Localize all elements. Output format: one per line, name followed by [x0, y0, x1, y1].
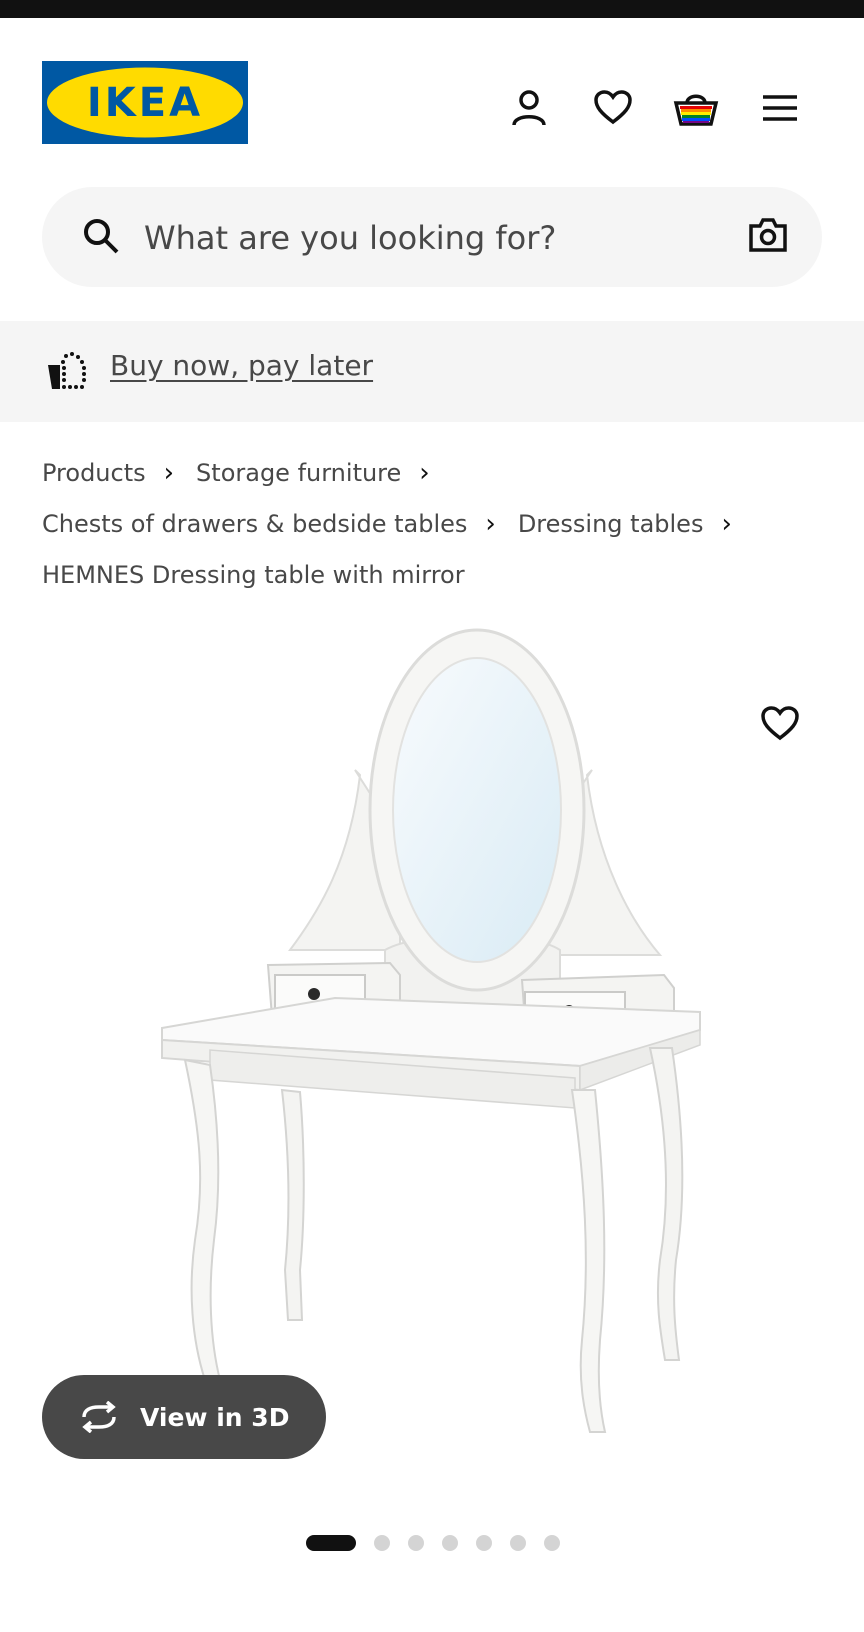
chevron-right-icon: › — [419, 458, 430, 488]
gallery-dot[interactable] — [374, 1535, 390, 1551]
ikea-logo[interactable]: IKEA — [42, 61, 248, 144]
breadcrumb-item-dressing-tables[interactable]: Dressing tables — [518, 499, 704, 550]
site-header: IKEA — [0, 18, 864, 188]
product-image — [161, 628, 701, 1433]
view-in-3d-button[interactable]: View in 3D — [42, 1375, 326, 1459]
chevron-right-icon: › — [163, 458, 175, 488]
gallery-pagination — [306, 1535, 578, 1551]
search-input[interactable] — [142, 213, 706, 263]
search-bar[interactable] — [42, 187, 822, 287]
search-icon[interactable] — [82, 217, 120, 259]
chevron-right-icon: › — [721, 509, 732, 539]
installments-icon — [46, 351, 90, 395]
status-bar — [0, 0, 864, 18]
breadcrumb: Products › Storage furniture › Chests of… — [42, 448, 842, 601]
breadcrumb-item-current-product: HEMNES Dressing table with mirror — [42, 561, 465, 589]
gallery-dot[interactable] — [544, 1535, 560, 1551]
gallery-dot[interactable] — [476, 1535, 492, 1551]
basket-icon[interactable] — [669, 81, 723, 135]
promo-banner: Buy now, pay later — [0, 321, 864, 422]
chevron-right-icon: › — [485, 509, 496, 539]
camera-icon[interactable] — [748, 215, 788, 259]
menu-icon[interactable] — [753, 81, 807, 135]
heart-icon[interactable] — [586, 81, 640, 135]
breadcrumb-item-products[interactable]: Products — [42, 448, 146, 499]
profile-icon[interactable] — [502, 81, 556, 135]
gallery-dot[interactable] — [510, 1535, 526, 1551]
breadcrumb-item-chests-of-drawers[interactable]: Chests of drawers & bedside tables — [42, 499, 467, 550]
product-image-gallery[interactable] — [0, 620, 864, 1500]
logo-wordmark: IKEA — [87, 80, 203, 126]
heart-icon — [761, 706, 799, 741]
gallery-dot[interactable] — [408, 1535, 424, 1551]
add-to-favourites-button[interactable] — [756, 700, 804, 748]
breadcrumb-item-storage-furniture[interactable]: Storage furniture — [196, 448, 401, 499]
buy-now-pay-later-link[interactable]: Buy now, pay later — [110, 349, 373, 382]
view-in-3d-label: View in 3D — [140, 1402, 290, 1432]
rotate-3d-icon — [78, 1401, 120, 1433]
gallery-dot[interactable] — [442, 1535, 458, 1551]
gallery-dot-active[interactable] — [306, 1535, 356, 1551]
